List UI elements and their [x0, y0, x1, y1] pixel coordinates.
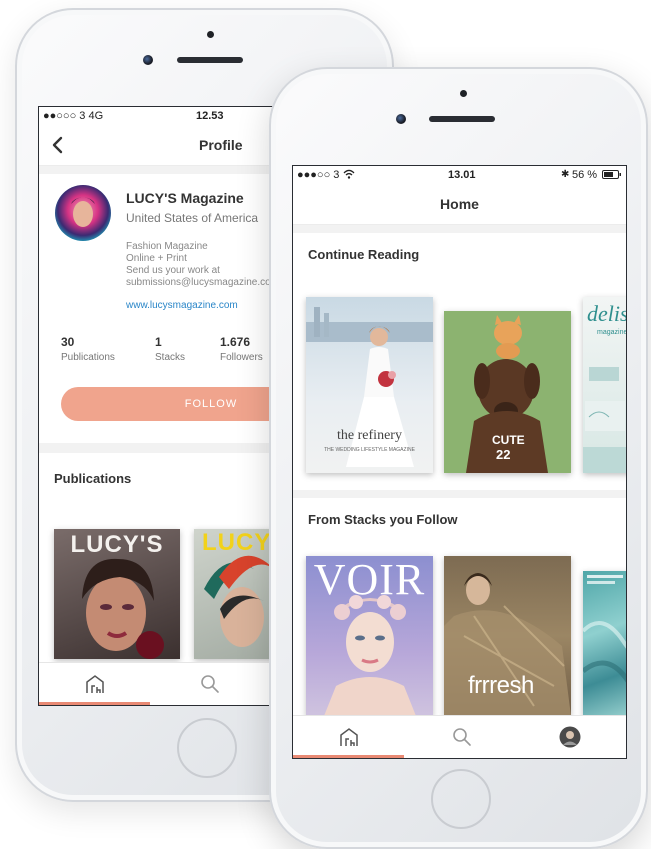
- stat-label-publications[interactable]: Publications: [61, 352, 115, 363]
- clock: 12.53: [196, 110, 224, 122]
- profile-name: LUCY'S Magazine: [126, 190, 244, 206]
- cover-title: frrresh: [468, 672, 534, 699]
- home-icon[interactable]: [338, 726, 360, 748]
- home-button[interactable]: [431, 769, 491, 829]
- cover-title: CUTE: [492, 433, 525, 447]
- magazine-cover[interactable]: delis magazine: [583, 297, 627, 473]
- magazine-cover[interactable]: the refinery THE WEDDING LIFESTYLE MAGAZ…: [306, 297, 433, 473]
- home-screen: ●●●○○ 3 13.01 ✱ 56 % Home Continue Readi…: [292, 165, 627, 759]
- cover-subtitle: THE WEDDING LIFESTYLE MAGAZINE: [324, 447, 415, 453]
- clock: 13.01: [448, 169, 476, 181]
- earpiece-speaker: [429, 116, 495, 122]
- front-camera: [143, 55, 153, 65]
- bio-line: Send us your work at: [126, 265, 220, 276]
- cover-photo: [324, 595, 416, 716]
- active-tab-indicator: [39, 702, 150, 705]
- stat-value-publications: 30: [61, 335, 75, 349]
- earpiece-speaker: [177, 57, 243, 63]
- cover-title: the refinery: [337, 428, 402, 443]
- front-phone-frame: ●●●○○ 3 13.01 ✱ 56 % Home Continue Readi…: [269, 67, 648, 849]
- battery-icon: [602, 170, 621, 179]
- section-title-from-stacks: From Stacks you Follow: [308, 512, 458, 527]
- proximity-sensor: [207, 31, 214, 38]
- website-link[interactable]: www.lucysmagazine.com: [126, 300, 238, 311]
- back-arrow-icon[interactable]: [49, 135, 67, 155]
- bio-line: Fashion Magazine: [126, 241, 208, 252]
- bio-line: Online + Print: [126, 253, 187, 264]
- divider: [293, 225, 626, 233]
- bio-line: submissions@lucysmagazine.com: [126, 277, 279, 288]
- avatar[interactable]: [559, 726, 581, 748]
- divider: [293, 490, 626, 498]
- avatar[interactable]: [54, 184, 112, 242]
- publication-cover[interactable]: LUCY'S: [54, 529, 180, 659]
- carrier-signal: ●●●○○ 3: [297, 169, 340, 181]
- magazine-cover[interactable]: CUTE 22: [444, 311, 571, 473]
- tab-bar: [293, 715, 626, 758]
- profile-location: United States of America: [126, 211, 259, 225]
- home-icon[interactable]: [84, 673, 106, 695]
- section-title-publications: Publications: [54, 471, 132, 486]
- cover-issue-number: 22: [496, 447, 511, 462]
- search-icon[interactable]: [451, 726, 473, 748]
- active-tab-indicator: [293, 755, 404, 758]
- cover-subtitle: magazine: [597, 329, 627, 336]
- section-title-continue-reading: Continue Reading: [308, 247, 420, 262]
- cover-title: delis: [587, 301, 627, 326]
- magazine-cover[interactable]: [583, 571, 626, 716]
- page-title: Home: [440, 196, 479, 212]
- stat-label-followers[interactable]: Followers: [220, 352, 263, 363]
- status-bar: ●●●○○ 3 13.01 ✱ 56 %: [293, 166, 626, 184]
- stat-value-stacks: 1: [155, 335, 162, 349]
- magazine-cover[interactable]: frrresh: [444, 556, 571, 716]
- carrier-signal: ●●○○○ 3 4G: [43, 110, 104, 122]
- stat-label-stacks[interactable]: Stacks: [155, 352, 185, 363]
- battery-percent: 56 %: [572, 169, 598, 181]
- stat-value-followers: 1.676: [220, 335, 251, 349]
- search-icon[interactable]: [199, 673, 221, 695]
- proximity-sensor: [460, 90, 467, 97]
- bluetooth-icon: ✱: [561, 169, 570, 180]
- cover-photo: [583, 575, 626, 683]
- front-camera: [396, 114, 406, 124]
- home-button[interactable]: [177, 718, 237, 778]
- magazine-cover[interactable]: VOIR: [306, 556, 433, 716]
- wifi-icon: [343, 169, 355, 179]
- nav-bar: Home: [293, 184, 626, 225]
- cover-portrait: [82, 558, 164, 659]
- page-title: Profile: [199, 137, 243, 153]
- cover-photo: [583, 367, 626, 473]
